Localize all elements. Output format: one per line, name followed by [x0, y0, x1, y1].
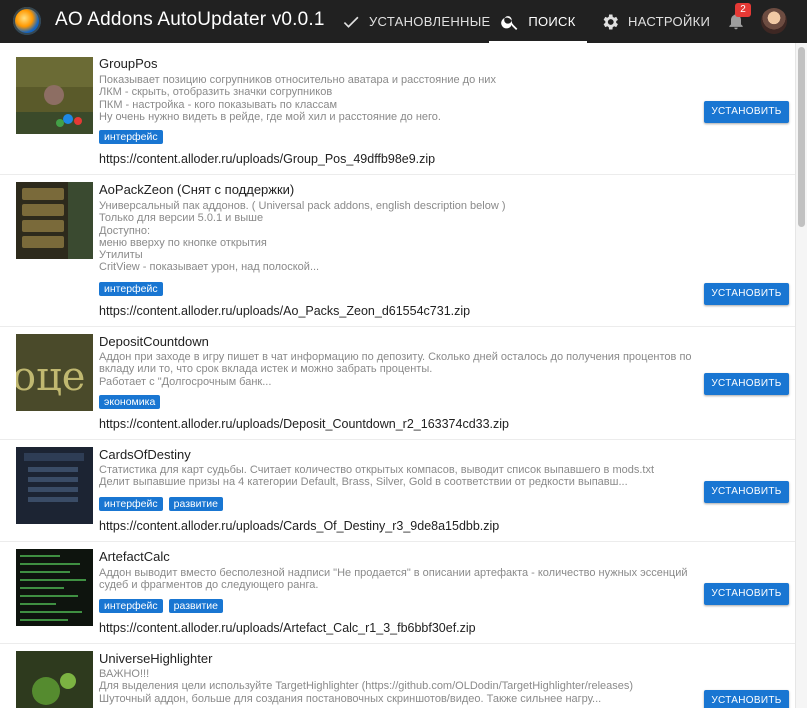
avatar[interactable] — [761, 8, 787, 34]
divider — [0, 439, 795, 440]
divider — [0, 326, 795, 327]
description-line: Ну очень нужно видеть в рейде, где мой х… — [99, 110, 441, 123]
divider — [0, 541, 795, 542]
notification-count-badge: 2 — [735, 3, 751, 17]
svg-text:оцe: оцe — [16, 354, 85, 400]
search-icon — [501, 15, 518, 30]
addon-list[interactable]: GroupPos Показывает позицию согрупников … — [0, 43, 795, 708]
description-line: Для выделения цели используйте TargetHig… — [99, 680, 634, 693]
addon-url: https://content.alloder.ru/uploads/Depos… — [99, 417, 510, 431]
description-line: меню вверху по кнопке открытия — [99, 236, 267, 249]
addon-description: Статистика для карт судьбы. Считает коли… — [99, 464, 691, 489]
addon-url: https://content.alloder.ru/uploads/Artef… — [99, 621, 476, 635]
tag-badge[interactable]: интерфейс — [99, 130, 163, 144]
addon-description: Аддон выводит вместо бесполезной надписи… — [99, 567, 691, 592]
tag-list: интерфейс развитие — [99, 497, 223, 511]
app-title: AO Addons AutoUpdater v0.0.1 — [55, 9, 325, 30]
tab-settings-label: НАСТРОЙКИ — [628, 14, 711, 29]
addon-url: https://content.alloder.ru/uploads/Cards… — [99, 519, 500, 533]
install-button[interactable]: УСТАНОВИТЬ — [704, 481, 789, 503]
addon-thumbnail — [16, 57, 93, 134]
install-button[interactable]: УСТАНОВИТЬ — [704, 583, 789, 605]
addon-description: Аддон при заходе в игру пишет в чат инфо… — [99, 351, 691, 388]
description-line: Показывает позицию согрупников относител… — [99, 74, 496, 86]
description-line: ЛКМ - скрыть, отобразить значки согрупни… — [99, 86, 333, 99]
tag-badge[interactable]: экономика — [99, 395, 161, 409]
app-bar: AO Addons AutoUpdater v0.0.1 УСТАНОВЛЕНН… — [0, 0, 807, 43]
install-button[interactable]: УСТАНОВИТЬ — [704, 101, 789, 123]
gear-icon — [603, 14, 618, 29]
list-item: GroupPos Показывает позицию согрупников … — [0, 43, 795, 179]
description-line: Аддон при заходе в игру пишет в чат инфо… — [99, 351, 691, 363]
install-button[interactable]: УСТАНОВИТЬ — [704, 283, 789, 305]
description-line: ВАЖНО!!! — [99, 668, 150, 680]
tab-installed[interactable]: УСТАНОВЛЕННЫЕ — [341, 0, 490, 43]
tag-list: интерфейс — [99, 130, 163, 144]
tag-list: экономика — [99, 395, 161, 409]
install-button[interactable]: УСТАНОВИТЬ — [704, 690, 789, 708]
addon-thumbnail — [16, 447, 93, 524]
tag-badge[interactable]: интерфейс — [99, 497, 163, 511]
addon-thumbnail — [16, 182, 93, 259]
addon-name: GroupPos — [99, 56, 158, 71]
list-item: AoPackZeon (Снят с поддержки) Универсаль… — [0, 174, 795, 325]
tab-search-label: ПОИСК — [528, 14, 576, 29]
description-line: CritView - показывает урон, над полоской… — [99, 261, 320, 274]
description-line: Утилиты — [99, 249, 143, 262]
addon-name: UniverseHighlighter — [99, 651, 213, 666]
install-button[interactable]: УСТАНОВИТЬ — [704, 373, 789, 395]
description-line: Только для версии 5.0.1 и выше — [99, 212, 264, 225]
app-logo-icon — [13, 7, 41, 35]
description-line: Работает с "Долгосрочным банк... — [99, 375, 272, 388]
tag-list: интерфейс развитие — [99, 599, 223, 613]
tag-list: интерфейс — [99, 282, 163, 296]
addon-name: CardsOfDestiny — [99, 447, 191, 462]
addon-thumbnail — [16, 549, 93, 626]
description-line: Аддон выводит вместо бесполезной надписи… — [99, 567, 688, 579]
tab-search[interactable]: ПОИСК — [489, 0, 587, 43]
divider — [0, 643, 795, 644]
scrollbar-thumb[interactable] — [798, 47, 805, 227]
check-icon — [343, 16, 359, 28]
scrollbar[interactable] — [795, 43, 807, 708]
tag-badge[interactable]: интерфейс — [99, 282, 163, 296]
description-line: вкладу или то, что срок вклада истек и м… — [99, 363, 433, 376]
description-line: Шуточный аддон, больше для создания пост… — [99, 692, 602, 705]
description-line: судеб и фрагментов до следующего ранга. — [99, 579, 319, 592]
description-line: Делит выпавшие призы на 4 категории Defa… — [99, 476, 628, 489]
description-line: ПКМ - настройка - кого показывать по кла… — [99, 98, 338, 111]
addon-url: https://content.alloder.ru/uploads/Group… — [99, 152, 436, 166]
addon-name: ArtefactCalc — [99, 549, 170, 564]
addon-name: AoPackZeon (Снят с поддержки) — [99, 182, 295, 197]
addon-description: ВАЖНО!!! Для выделения цели используйте … — [99, 668, 691, 705]
addon-description: Показывает позицию согрупников относител… — [99, 74, 691, 123]
tag-badge[interactable]: развитие — [168, 497, 223, 511]
addon-description: Универсальный пак аддонов. ( Universal p… — [99, 200, 691, 274]
description-line: Статистика для карт судьбы. Считает коли… — [99, 464, 655, 476]
addon-name: DepositCountdown — [99, 334, 209, 349]
addon-thumbnail: оцe — [16, 334, 93, 411]
description-line: Доступно: — [99, 224, 151, 237]
tag-badge[interactable]: развитие — [168, 599, 223, 613]
addon-thumbnail — [16, 651, 93, 708]
description-line: Универсальный пак аддонов. ( Universal p… — [99, 200, 506, 212]
tag-badge[interactable]: интерфейс — [99, 599, 163, 613]
tab-installed-label: УСТАНОВЛЕННЫЕ — [369, 14, 491, 29]
addon-url: https://content.alloder.ru/uploads/Ao_Pa… — [99, 304, 471, 318]
tab-settings[interactable]: НАСТРОЙКИ — [600, 0, 710, 43]
